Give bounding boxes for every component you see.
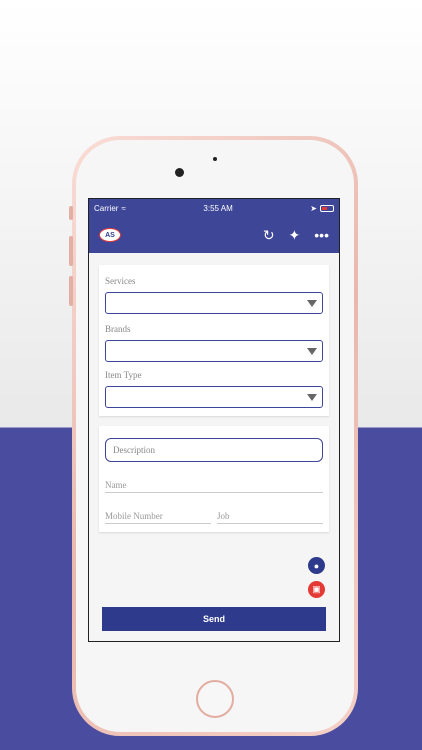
selection-card: Services Brands Item Type <box>99 265 329 416</box>
name-field[interactable]: Name <box>105 480 323 493</box>
mute-switch <box>69 206 73 220</box>
brands-select[interactable] <box>105 340 323 362</box>
wifi-icon: ≈ <box>121 203 126 213</box>
location-arrow-icon: ➤ <box>310 203 317 213</box>
send-label: Send <box>202 614 225 624</box>
status-right: ➤ <box>310 204 334 213</box>
services-select[interactable] <box>105 292 323 314</box>
details-card: Description Name Mobile Number Job <box>99 426 329 532</box>
dropdown-arrow-icon <box>307 348 317 355</box>
app-bar: AS ↻ ✦ ••• <box>89 217 339 253</box>
mobile-number-field[interactable]: Mobile Number <box>105 511 211 524</box>
app-bar-actions: ↻ ✦ ••• <box>263 228 329 242</box>
dropdown-arrow-icon <box>307 394 317 401</box>
item-type-label: Item Type <box>105 370 142 380</box>
app-screen: Carrier ≈ 3:55 AM ➤ AS ↻ ✦ ••• Services … <box>88 198 340 642</box>
job-placeholder: Job <box>217 511 230 521</box>
brands-label: Brands <box>105 324 131 334</box>
refresh-icon[interactable]: ↻ <box>263 228 275 242</box>
volume-down-button <box>69 276 73 306</box>
logo-text: AS <box>105 231 115 239</box>
contact-row: Mobile Number Job <box>105 511 323 524</box>
item-type-select[interactable] <box>105 386 323 408</box>
services-label: Services <box>105 276 136 286</box>
location-pin-icon[interactable]: ● <box>308 557 325 574</box>
more-icon[interactable]: ••• <box>314 228 329 242</box>
send-button[interactable]: Send <box>102 607 326 631</box>
status-left: Carrier ≈ <box>94 204 126 213</box>
speaker-dot <box>213 157 217 161</box>
status-bar: Carrier ≈ 3:55 AM ➤ <box>89 199 339 217</box>
status-time: 3:55 AM <box>203 203 233 213</box>
home-button[interactable] <box>196 680 234 718</box>
carrier-label: Carrier <box>94 203 119 213</box>
form-content: Services Brands Item Type Description Na… <box>89 253 339 532</box>
description-field[interactable]: Description <box>105 438 323 462</box>
description-placeholder: Description <box>113 445 155 455</box>
mobile-placeholder: Mobile Number <box>105 511 163 521</box>
ticket-icon[interactable]: ✦ <box>289 228 301 242</box>
job-field[interactable]: Job <box>217 511 323 524</box>
dropdown-arrow-icon <box>307 300 317 307</box>
app-logo[interactable]: AS <box>99 228 121 242</box>
volume-up-button <box>69 236 73 266</box>
name-placeholder: Name <box>105 480 127 490</box>
camera-icon[interactable]: ▣ <box>308 581 325 598</box>
battery-icon <box>320 204 334 212</box>
front-camera <box>175 168 184 177</box>
